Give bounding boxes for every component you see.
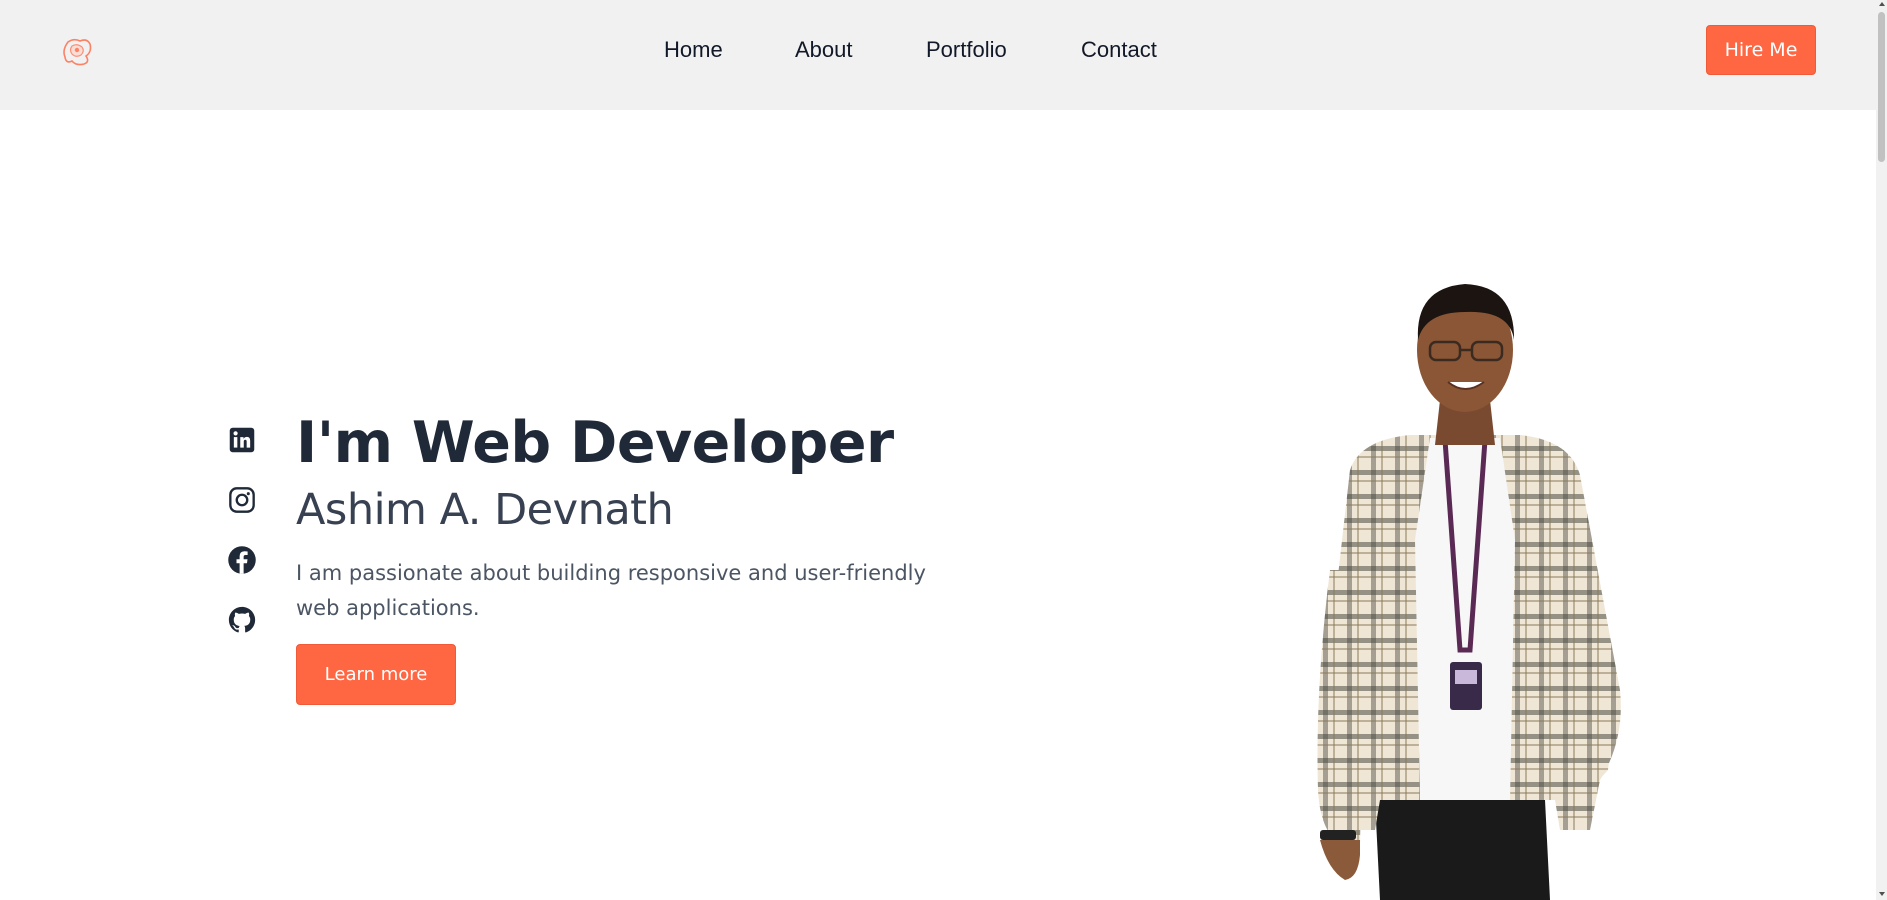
scroll-down-icon[interactable] (1879, 892, 1885, 896)
instagram-icon[interactable] (226, 484, 258, 516)
hero-description: I am passionate about building responsiv… (296, 561, 926, 620)
page: Home About Portfolio Contact Hire Me I'm… (0, 0, 1887, 900)
nav-portfolio-link[interactable]: Portfolio (926, 37, 1007, 63)
hero-title: I'm Web Developer (296, 410, 894, 476)
nav-about-link[interactable]: About (795, 37, 853, 63)
main-nav: Home About Portfolio Contact (0, 0, 1876, 110)
learn-more-button[interactable]: Learn more (296, 644, 456, 705)
linkedin-icon[interactable] (226, 424, 258, 456)
profile-photo (1290, 270, 1640, 900)
nav-home-link[interactable]: Home (664, 37, 723, 63)
github-icon[interactable] (226, 604, 258, 636)
hire-me-button[interactable]: Hire Me (1706, 25, 1816, 75)
facebook-icon[interactable] (226, 544, 258, 576)
scroll-thumb[interactable] (1878, 12, 1885, 162)
scroll-up-icon[interactable] (1879, 2, 1885, 6)
nav-contact-link[interactable]: Contact (1081, 37, 1157, 63)
page-scrollbar[interactable] (1876, 0, 1887, 900)
site-header: Home About Portfolio Contact Hire Me (0, 0, 1876, 110)
hero-name: Ashim A. Devnath (296, 485, 674, 535)
